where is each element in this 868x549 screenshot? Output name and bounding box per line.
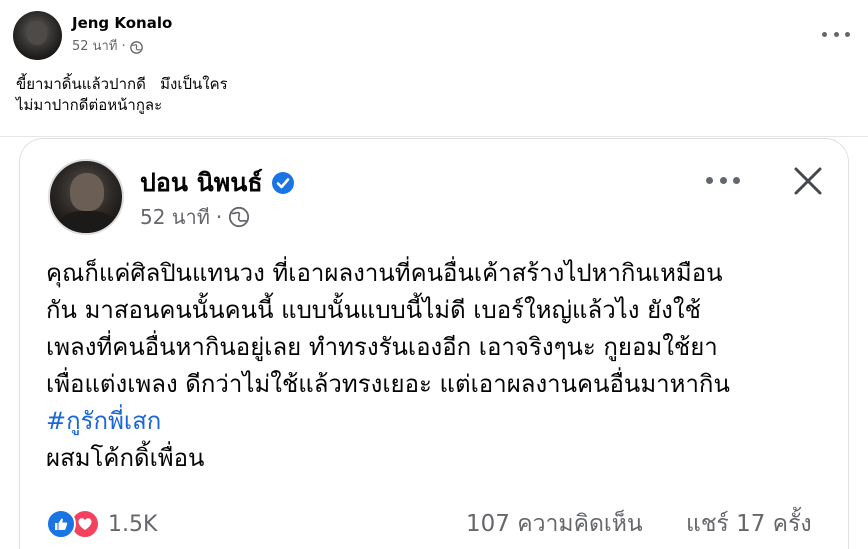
shared-body-line: เพื่อแต่งเพลง ดีกว่าไม่ใช้แล้วทรงเยอะ แต…	[46, 370, 730, 398]
outer-post-time[interactable]: 52 นาที	[72, 38, 117, 56]
shared-author-avatar	[48, 159, 124, 235]
reactions-summary: 1.5K	[46, 509, 157, 539]
dot-icon	[845, 31, 850, 37]
share-count: แชร์ 17 ครั้ง	[686, 511, 812, 537]
verified-badge-icon	[271, 172, 294, 194]
hashtag-link: #กูรักพี่เสก	[46, 407, 162, 435]
shared-body-line: คุณก็แค่ศิลปินแทนวง ที่เอาผลงานที่คนอื่น…	[46, 259, 723, 287]
like-icon	[46, 509, 76, 539]
dot-icon	[833, 31, 839, 37]
reaction-count: 1.5K	[108, 511, 158, 537]
dot-icon	[706, 176, 713, 184]
dot-icon	[733, 176, 740, 184]
outer-text-line: ขี้ยามาดิ้นแล้วปากดี มึงเป็นใคร	[16, 75, 228, 93]
shared-body-last-line: ผสมโค้กดิ้เพื่อน	[46, 444, 205, 472]
shared-post-screenshot: ปอน นิพนธ์ 52 นาที · คุณก็แค่ศิลปินแทนวง…	[19, 138, 849, 549]
post-divider	[0, 136, 868, 137]
globe-icon	[129, 40, 143, 54]
shared-meta-separator: ·	[215, 205, 223, 229]
dot-icon	[822, 31, 827, 37]
outer-post-text: ขี้ยามาดิ้นแล้วปากดี มึงเป็นใคร ไม่มาปาก…	[16, 74, 846, 116]
close-icon	[794, 167, 822, 195]
shared-post-meta: 52 นาที ·	[140, 203, 250, 231]
shared-author-header: ปอน นิพนธ์	[140, 167, 295, 199]
globe-icon	[229, 206, 250, 228]
comment-count: 107 ความคิดเห็น	[466, 511, 643, 537]
dot-icon	[719, 176, 727, 184]
shared-post-time: 52 นาที	[140, 205, 210, 229]
outer-post-meta: 52 นาที ·	[72, 38, 143, 56]
more-options-button[interactable]	[822, 26, 850, 42]
shared-more-options-icon	[706, 175, 740, 185]
shared-author-name: ปอน นิพนธ์	[140, 168, 263, 197]
outer-text-line: ไม่มาปากดีต่อหน้ากูละ	[16, 96, 163, 114]
shared-post-body: คุณก็แค่ศิลปินแทนวง ที่เอาผลงานที่คนอื่น…	[46, 255, 846, 477]
shared-body-line: กัน มาสอนคนนั้นคนนี้ แบบนั้นแบบนี้ไม่ดี …	[46, 296, 701, 324]
outer-author-name[interactable]: Jeng Konalo	[72, 13, 172, 33]
outer-meta-separator: ·	[121, 39, 126, 54]
outer-author-avatar[interactable]	[13, 11, 62, 60]
shared-body-line: เพลงที่คนอื่นหากินอยู่เลย ทำทรงรันเองอีก…	[46, 333, 718, 361]
